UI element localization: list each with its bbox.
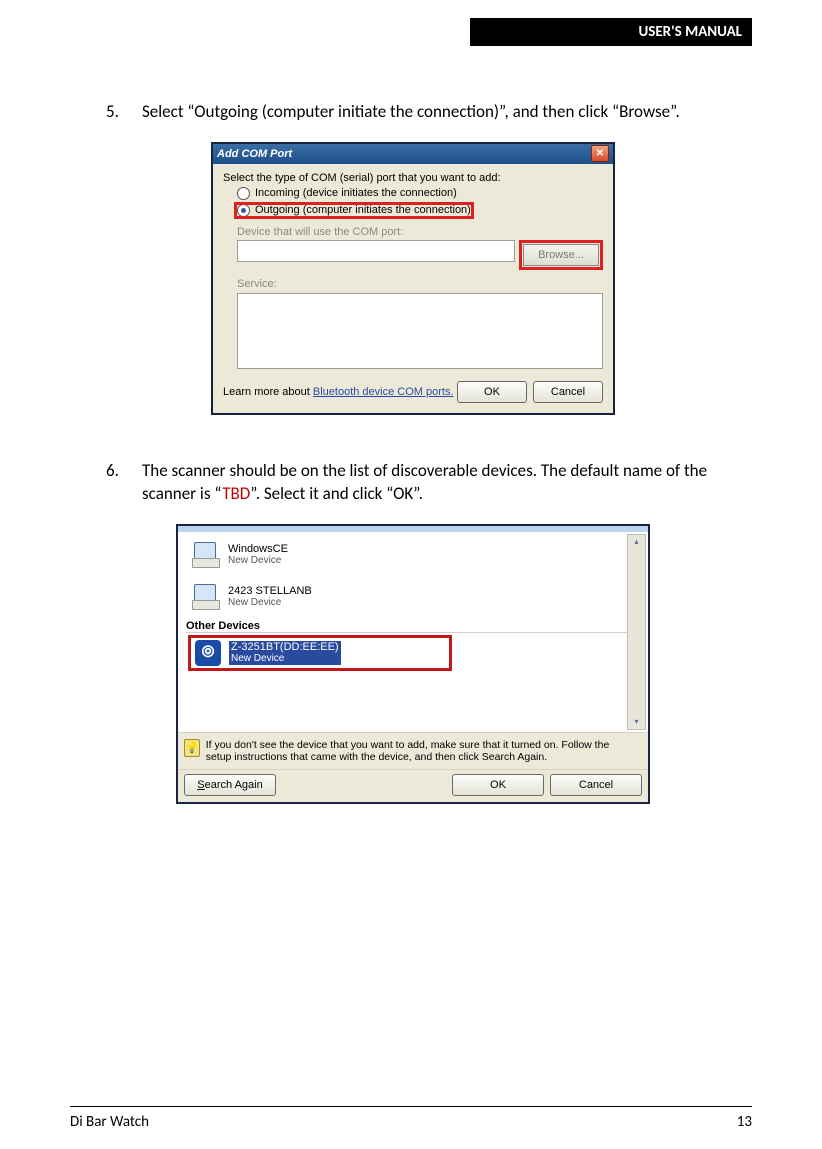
device-list[interactable]: ▴ ▾ WindowsCE New Device [178, 532, 648, 732]
service-listbox[interactable] [237, 293, 603, 369]
dlg2-cancel-button[interactable]: Cancel [550, 774, 642, 796]
learn-more: Learn more about Bluetooth device COM po… [223, 386, 454, 398]
dlg1-titlebar[interactable]: Add COM Port ✕ [213, 144, 613, 164]
close-icon[interactable]: ✕ [591, 145, 609, 162]
dlg1-cancel-button[interactable]: Cancel [533, 381, 603, 403]
step-6-text: The scanner should be on the list of dis… [142, 460, 752, 506]
scroll-down-icon[interactable]: ▾ [634, 715, 638, 729]
page-footer: Di Bar Watch 13 [70, 1113, 752, 1131]
browse-button[interactable]: Browse... [523, 244, 599, 266]
add-com-port-dialog: Add COM Port ✕ Select the type of COM (s… [211, 142, 615, 415]
footer-page-num: 13 [737, 1113, 752, 1131]
dev1-name: WindowsCE [228, 543, 288, 556]
device-item-2[interactable]: 2423 STELLANB New Device [182, 580, 644, 614]
learn-link[interactable]: Bluetooth device COM ports. [313, 386, 454, 398]
device-browse-dialog: ▴ ▾ WindowsCE New Device [176, 524, 650, 804]
info-row: 💡 If you don't see the device that you w… [178, 732, 648, 769]
selected-device[interactable]: ⦾ Z-3251BT(DD:EE:EE) New Device [188, 635, 452, 671]
dev2-name: 2423 STELLANB [228, 585, 312, 598]
dlg1-ok-button[interactable]: OK [457, 381, 527, 403]
service-label: Service: [237, 278, 603, 290]
radio-incoming-label: Incoming (device initiates the connectio… [255, 187, 457, 199]
step-6-num: 6. [106, 460, 142, 506]
radio-incoming[interactable]: Incoming (device initiates the connectio… [237, 187, 603, 200]
footer-left: Di Bar Watch [70, 1113, 149, 1131]
step-6: 6. The scanner should be on the list of … [106, 460, 752, 506]
other-devices-header: Other Devices [186, 620, 644, 633]
device-item-1[interactable]: WindowsCE New Device [182, 538, 644, 580]
scrollbar[interactable]: ▴ ▾ [627, 534, 646, 730]
radio-outgoing[interactable]: Outgoing (computer initiates the connect… [237, 204, 471, 217]
info-text: If you don't see the device that you wan… [206, 739, 628, 763]
computer-icon [192, 542, 220, 568]
device-label: Device that will use the COM port: [237, 226, 603, 238]
computer-icon [192, 584, 220, 610]
scroll-up-icon[interactable]: ▴ [634, 535, 638, 549]
sel-name: Z-3251BT(DD:EE:EE) [229, 641, 341, 654]
device-dropdown[interactable] [237, 240, 515, 262]
sel-sub: New Device [229, 653, 341, 665]
footer-rule [70, 1106, 752, 1107]
step-5: 5. Select “Outgoing (computer initiate t… [106, 101, 752, 124]
header-title: USER'S MANUAL [638, 23, 742, 41]
step-5-num: 5. [106, 101, 142, 124]
tbd-red: TBD [222, 483, 250, 504]
search-again-button[interactable]: Search Again [184, 774, 276, 796]
step-5-text: Select “Outgoing (computer initiate the … [142, 101, 752, 124]
bluetooth-icon: ⦾ [195, 640, 221, 666]
lightbulb-icon: 💡 [184, 739, 200, 757]
browse-highlight: Browse... [519, 240, 603, 270]
dev2-sub: New Device [228, 597, 312, 609]
dev1-sub: New Device [228, 555, 288, 567]
dlg2-ok-button[interactable]: OK [452, 774, 544, 796]
radio-incoming-icon[interactable] [237, 187, 250, 200]
page-header: USER'S MANUAL [470, 18, 752, 46]
dlg1-title: Add COM Port [217, 148, 292, 160]
dlg1-prompt: Select the type of COM (serial) port tha… [223, 172, 603, 184]
radio-outgoing-icon[interactable] [237, 204, 250, 217]
radio-outgoing-label: Outgoing (computer initiates the connect… [255, 204, 471, 216]
